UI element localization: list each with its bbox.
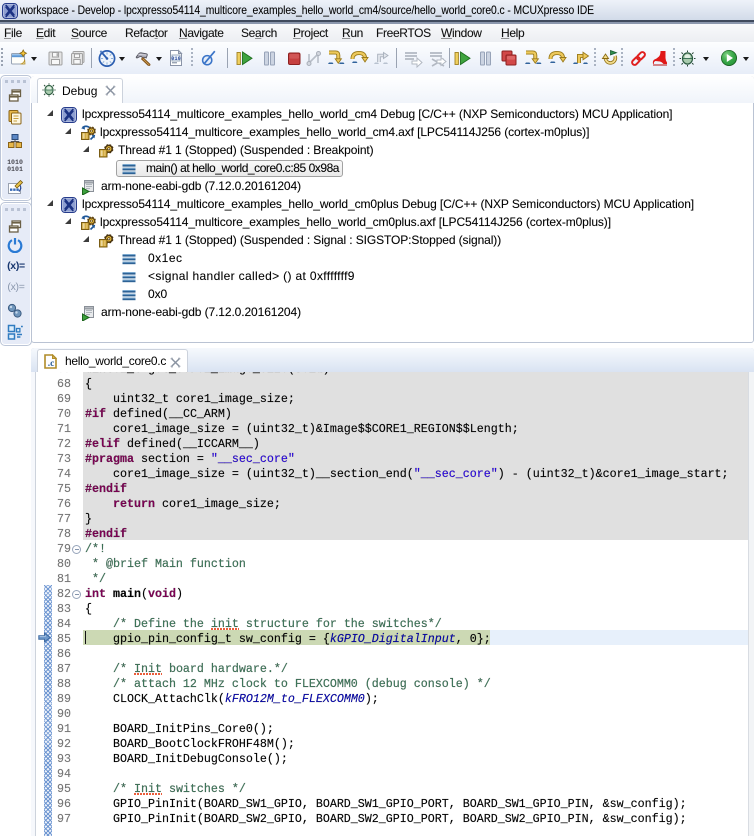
- svg-text:.c: .c: [48, 359, 55, 369]
- svg-text:010: 010: [171, 56, 181, 62]
- svg-text:1010: 1010: [7, 159, 23, 166]
- svg-text:0101: 0101: [7, 166, 23, 173]
